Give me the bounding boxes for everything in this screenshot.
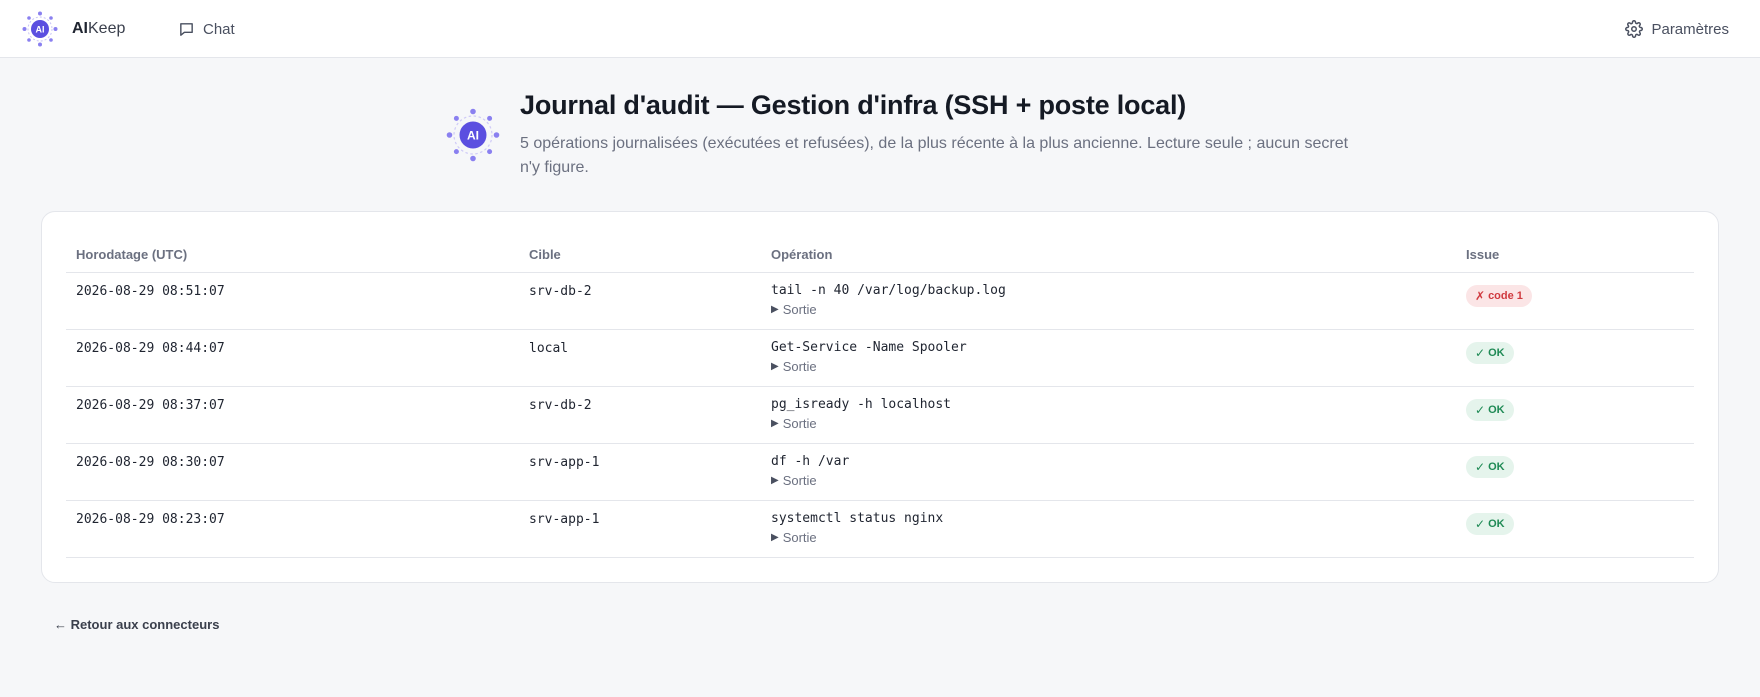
status-badge: ✗ code 1 [1466,284,1532,307]
timestamp-value: 2026-08-29 08:44:07 [76,340,225,356]
command-value: pg_isready -h localhost [771,396,952,412]
connector-logo-text: AI [467,129,479,143]
triangle-right-icon: ▶ [771,360,779,372]
target-value: srv-app-1 [529,454,600,470]
status-text: code 1 [1488,289,1523,302]
command-value: systemctl status nginx [771,510,944,526]
command-value: tail -n 40 /var/log/backup.log [771,282,1006,298]
cell-operation: Get-Service -Name Spooler ▶ Sortie [761,329,1456,387]
connector-logo-icon: AI [446,108,500,162]
brand-home-link[interactable]: AI AIKeep [22,10,125,48]
status-badge: ✓ OK [1466,398,1514,421]
table-row: 2026-08-29 08:23:07 srv-app-1 systemctl st… [66,500,1694,558]
output-toggle-label: Sortie [782,415,817,431]
cell-outcome: ✓ OK [1456,386,1694,444]
table-row: 2026-08-29 08:30:07 srv-app-1 df -h /var ▶ S… [66,443,1694,501]
brand-logo-icon: AI [22,11,58,47]
cell-target: srv-db-2 [519,386,761,444]
output-toggle[interactable]: ▶ Sortie [771,302,1446,317]
nav-chat-link[interactable]: Chat [178,18,235,40]
chat-bubble-icon [180,22,193,36]
target-value: srv-db-2 [529,397,592,413]
audit-log-card: Horodatage (UTC) Cible Opération Issue 2… [41,211,1719,583]
back-to-connectors-link[interactable]: ← Retour aux connecteurs [54,617,219,632]
cell-outcome: ✓ OK [1456,329,1694,387]
command-value: df -h /var [771,453,850,469]
output-toggle-label: Sortie [782,301,817,317]
check-icon: ✓ [1475,345,1486,360]
status-badge: ✓ OK [1466,455,1514,478]
cell-timestamp: 2026-08-29 08:37:07 [66,386,519,444]
output-toggle[interactable]: ▶ Sortie [771,530,1446,545]
status-badge: ✓ OK [1466,341,1514,364]
check-icon: ✓ [1475,402,1486,417]
cell-outcome: ✗ code 1 [1456,272,1694,330]
table-header-row: Horodatage (UTC) Cible Opération Issue [66,238,1694,273]
triangle-right-icon: ▶ [771,303,779,315]
cell-operation: systemctl status nginx ▶ Sortie [761,500,1456,558]
brand-logo-text: AI [36,25,45,35]
timestamp-value: 2026-08-29 08:23:07 [76,511,225,527]
top-navbar: AI AIKeep Chat Paramètres [0,0,1760,58]
check-icon: ✓ [1475,516,1486,531]
output-toggle[interactable]: ▶ Sortie [771,416,1446,431]
status-text: OK [1488,403,1505,416]
timestamp-value: 2026-08-29 08:30:07 [76,454,225,470]
cell-timestamp: 2026-08-29 08:30:07 [66,443,519,501]
cell-timestamp: 2026-08-29 08:23:07 [66,500,519,558]
column-header-target: Cible [519,238,761,273]
command-value: Get-Service -Name Spooler [771,339,967,355]
output-toggle[interactable]: ▶ Sortie [771,473,1446,488]
target-value: srv-app-1 [529,511,600,527]
cell-target: local [519,329,761,387]
status-text: OK [1488,346,1505,359]
nav-settings-link[interactable]: Paramètres [1625,18,1729,40]
table-row: 2026-08-29 08:37:07 srv-db-2 pg_isready -h… [66,386,1694,444]
cross-icon: ✗ [1475,288,1486,303]
cell-outcome: ✓ OK [1456,443,1694,501]
cell-target: srv-db-2 [519,272,761,330]
status-text: OK [1488,517,1505,530]
audit-log-table: Horodatage (UTC) Cible Opération Issue 2… [66,238,1694,558]
column-header-operation: Opération [761,238,1456,273]
cell-operation: df -h /var ▶ Sortie [761,443,1456,501]
gear-icon [1625,20,1644,38]
column-header-outcome: Issue [1456,238,1694,273]
page-title: Journal d'audit — Gestion d'infra (SSH +… [520,90,1187,120]
brand-name-bold: AI [72,20,88,37]
cell-outcome: ✓ OK [1456,500,1694,558]
target-value: srv-db-2 [529,283,592,299]
cell-operation: tail -n 40 /var/log/backup.log ▶ Sortie [761,272,1456,330]
output-toggle-label: Sortie [782,472,817,488]
triangle-right-icon: ▶ [771,474,779,486]
nav-settings-label: Paramètres [1651,20,1729,38]
cell-timestamp: 2026-08-29 08:44:07 [66,329,519,387]
cell-operation: pg_isready -h localhost ▶ Sortie [761,386,1456,444]
target-value: local [529,340,569,356]
output-toggle-label: Sortie [782,358,817,374]
table-row: 2026-08-29 08:44:07 local Get-Service -Nam… [66,329,1694,387]
nav-chat-label: Chat [203,20,235,38]
brand-name: AIKeep [72,20,125,38]
timestamp-value: 2026-08-29 08:37:07 [76,397,225,413]
output-toggle[interactable]: ▶ Sortie [771,359,1446,374]
table-body: 2026-08-29 08:51:07 srv-db-2 tail -n 40 /v… [66,272,1694,558]
check-icon: ✓ [1475,459,1486,474]
cell-timestamp: 2026-08-29 08:51:07 [66,272,519,330]
column-header-timestamp: Horodatage (UTC) [66,238,519,273]
cell-target: srv-app-1 [519,500,761,558]
output-toggle-label: Sortie [782,529,817,545]
table-row: 2026-08-29 08:51:07 srv-db-2 tail -n 40 /v… [66,272,1694,330]
brand-name-rest: Keep [88,20,126,37]
status-badge: ✓ OK [1466,512,1514,535]
triangle-right-icon: ▶ [771,531,779,543]
timestamp-value: 2026-08-29 08:51:07 [76,283,225,299]
status-text: OK [1488,460,1505,473]
page-description: 5 opérations journalisées (exécutées et … [520,135,1349,176]
triangle-right-icon: ▶ [771,417,779,429]
cell-target: srv-app-1 [519,443,761,501]
